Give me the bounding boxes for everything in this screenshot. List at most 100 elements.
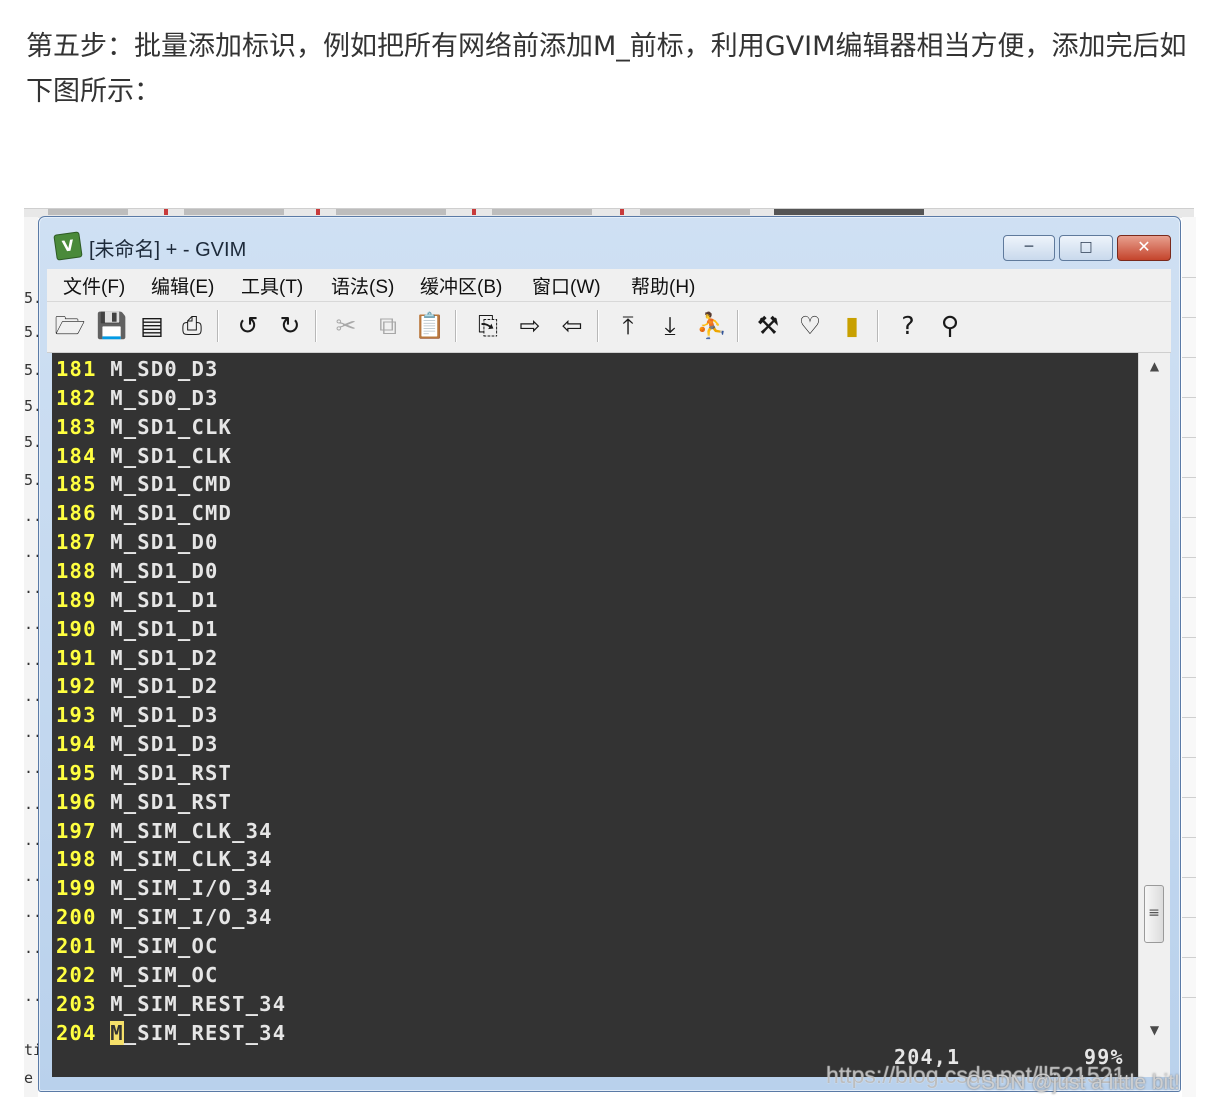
make-icon[interactable]: ⚒ xyxy=(751,308,785,344)
line-number: 188 xyxy=(56,558,97,583)
undo-icon[interactable]: ↺ xyxy=(231,308,265,344)
line-number: 195 xyxy=(56,760,97,785)
save-session-icon[interactable]: ⤓ xyxy=(653,308,687,344)
print-icon[interactable]: ⎙ xyxy=(175,308,209,344)
jump-tag-icon[interactable]: ▮ xyxy=(835,308,869,344)
menu-tools[interactable]: 工具(T) xyxy=(241,272,303,299)
scroll-down-arrow-icon[interactable]: ▼ xyxy=(1139,1017,1170,1043)
save-all-icon[interactable]: ▤ xyxy=(135,308,169,344)
gvim-window: V [未命名] + - GVIM ─ □ ✕ 文件(F) 编辑(E) 工具(T)… xyxy=(38,216,1181,1092)
editor-line[interactable]: 191 M_SD1_D2 xyxy=(56,644,219,673)
build-tags-icon[interactable]: ♡ xyxy=(793,308,827,344)
menu-file[interactable]: 文件(F) xyxy=(63,272,125,299)
editor-line[interactable]: 187 M_SD1_D0 xyxy=(56,528,219,557)
editor-line[interactable]: 199 M_SIM_I/O_34 xyxy=(56,874,273,903)
editor-line[interactable]: 185 M_SD1_CMD xyxy=(56,470,232,499)
line-text: M_SD1_RST xyxy=(110,760,233,785)
editor-line[interactable]: 194 M_SD1_D3 xyxy=(56,730,219,759)
editor-line[interactable]: 195 M_SD1_RST xyxy=(56,759,232,788)
line-number: 204 xyxy=(56,1020,97,1045)
background-window-right xyxy=(1182,217,1196,1097)
line-number: 193 xyxy=(56,703,97,728)
copy-icon[interactable]: ⧉ xyxy=(371,308,405,344)
menu-help[interactable]: 帮助(H) xyxy=(631,272,695,299)
menu-edit[interactable]: 编辑(E) xyxy=(151,272,214,299)
editor-line[interactable]: 193 M_SD1_D3 xyxy=(56,701,219,730)
line-text: M_SD1_D3 xyxy=(110,703,219,728)
editor-line[interactable]: 186 M_SD1_CMD xyxy=(56,499,232,528)
line-text: M_SD0_D3 xyxy=(110,385,219,410)
toolbar-separator xyxy=(315,310,317,342)
editor-line[interactable]: 197 M_SIM_CLK_34 xyxy=(56,817,273,846)
editor-line[interactable]: 188 M_SD1_D0 xyxy=(56,557,219,586)
toolbar-separator xyxy=(217,310,219,342)
scroll-thumb[interactable]: ≡ xyxy=(1144,885,1164,943)
paste-icon[interactable]: 📋 xyxy=(413,308,447,344)
find-previous-icon[interactable]: ⇦ xyxy=(555,308,589,344)
line-number: 182 xyxy=(56,385,97,410)
load-session-icon[interactable]: ⤒ xyxy=(611,308,645,344)
maximize-icon: □ xyxy=(1079,239,1093,255)
editor-line[interactable]: 190 M_SD1_D1 xyxy=(56,615,219,644)
line-text: M_SD1_CLK xyxy=(110,414,233,439)
line-text: M_SIM_OC xyxy=(110,934,219,958)
line-number: 184 xyxy=(56,443,97,468)
vim-icon[interactable]: V xyxy=(53,231,83,261)
editor-line[interactable]: 201 M_SIM_OC xyxy=(56,932,219,961)
toolbar: 🗁 💾 ▤ ⎙ ↺ ↻ ✂ ⧉ 📋 ⎘ ⇨ ⇦ ⤒ ⤓ ⛹ ⚒ ♡ ▮ ? ⚲ xyxy=(47,302,1171,353)
title-bar[interactable]: V [未命名] + - GVIM ─ □ ✕ xyxy=(47,231,1171,261)
minimize-button[interactable]: ─ xyxy=(1003,235,1055,261)
author-watermark: CSDN @just a little bit! xyxy=(966,1071,1180,1094)
maximize-button[interactable]: □ xyxy=(1059,235,1113,261)
line-text: M_SIM_CLK_34 xyxy=(110,847,273,872)
editor-line[interactable]: 189 M_SD1_D1 xyxy=(56,586,219,615)
close-button[interactable]: ✕ xyxy=(1117,235,1171,261)
run-script-icon[interactable]: ⛹ xyxy=(695,308,729,344)
line-text: M_SD1_D1 xyxy=(110,587,219,612)
line-number: 198 xyxy=(56,847,97,872)
line-text: M_SD1_D2 xyxy=(110,674,219,699)
line-number: 185 xyxy=(56,472,97,497)
save-icon[interactable]: 💾 xyxy=(95,308,129,344)
window-title: [未命名] + - GVIM xyxy=(89,239,247,261)
line-text: M_SD1_D3 xyxy=(110,732,219,757)
editor-line[interactable]: 196 M_SD1_RST xyxy=(56,788,232,817)
editor-line[interactable]: 182 M_SD0_D3 xyxy=(56,384,219,413)
menu-bar: 文件(F) 编辑(E) 工具(T) 语法(S) 缓冲区(B) 窗口(W) 帮助(… xyxy=(47,269,1171,302)
vertical-scrollbar[interactable]: ▲ ≡ ▼ xyxy=(1138,353,1170,1077)
line-text: M_SD1_D2 xyxy=(110,645,219,670)
line-text: M_SD1_CMD xyxy=(110,472,233,497)
close-icon: ✕ xyxy=(1137,237,1151,256)
line-number: 187 xyxy=(56,530,97,555)
editor-line[interactable]: 204 M_SIM_REST_34 xyxy=(56,1019,286,1048)
editor-text-area[interactable]: 204,1 99% 181 M_SD0_D3 182 M_SD0_D3 183 M_… xyxy=(52,353,1138,1077)
editor-line[interactable]: 183 M_SD1_CLK xyxy=(56,413,232,442)
line-text: M_SIM_I/O_34 xyxy=(110,905,273,930)
menu-buffers[interactable]: 缓冲区(B) xyxy=(420,272,502,299)
find-replace-icon[interactable]: ⎘ xyxy=(471,308,505,344)
editor-line[interactable]: 184 M_SD1_CLK xyxy=(56,442,232,471)
open-icon[interactable]: 🗁 xyxy=(53,308,87,344)
line-text: M_SD1_CMD xyxy=(110,501,233,526)
editor-line[interactable]: 202 M_SIM_OC xyxy=(56,961,219,990)
menu-window[interactable]: 窗口(W) xyxy=(532,272,601,299)
find-help-icon[interactable]: ⚲ xyxy=(933,308,967,344)
article-paragraph: 第五步：批量添加标识，例如把所有网络前添加M_前标，利用GVIM编辑器相当方便，… xyxy=(26,31,1187,107)
scroll-up-arrow-icon[interactable]: ▲ xyxy=(1139,353,1170,379)
line-number: 200 xyxy=(56,905,97,930)
editor-line[interactable]: 181 M_SD0_D3 xyxy=(56,355,219,384)
editor-line[interactable]: 192 M_SD1_D2 xyxy=(56,672,219,701)
editor-line[interactable]: 198 M_SIM_CLK_34 xyxy=(56,845,273,874)
line-number: 202 xyxy=(56,962,97,987)
help-icon[interactable]: ? xyxy=(891,308,925,344)
cut-icon[interactable]: ✂ xyxy=(329,308,363,344)
editor-line[interactable]: 200 M_SIM_I/O_34 xyxy=(56,903,273,932)
menu-syntax[interactable]: 语法(S) xyxy=(331,272,394,299)
line-number: 201 xyxy=(56,934,97,958)
minimize-icon: ─ xyxy=(1024,239,1034,255)
line-number: 199 xyxy=(56,876,97,901)
editor-line[interactable]: 203 M_SIM_REST_34 xyxy=(56,990,286,1019)
find-next-icon[interactable]: ⇨ xyxy=(513,308,547,344)
line-number: 197 xyxy=(56,818,97,843)
redo-icon[interactable]: ↻ xyxy=(273,308,307,344)
